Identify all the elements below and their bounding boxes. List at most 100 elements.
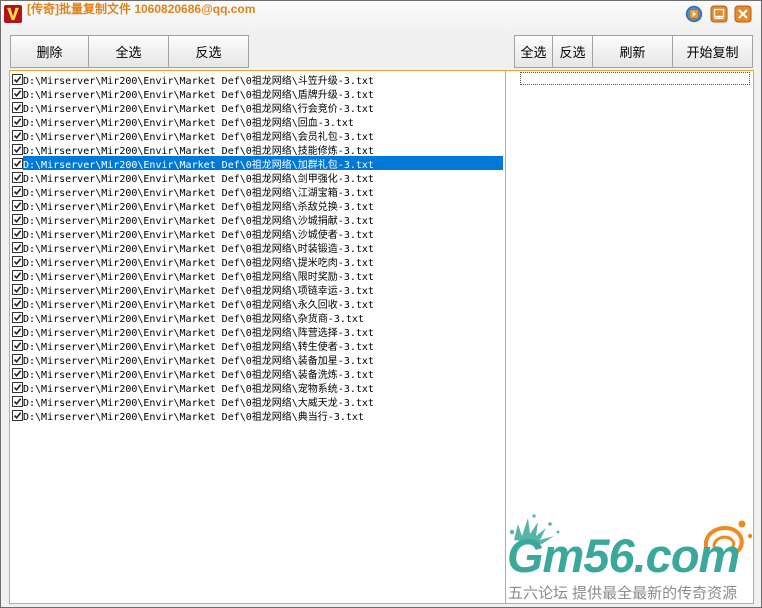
start-copy-button[interactable]: 开始复制 xyxy=(672,35,753,68)
item-checkbox[interactable] xyxy=(12,199,23,211)
checkmark-icon xyxy=(13,187,22,195)
item-path: D:\Mirserver\Mir200\Envir\Market_Def\0祖龙… xyxy=(23,118,354,128)
list-item[interactable]: D:\Mirserver\Mir200\Envir\Market_Def\0祖龙… xyxy=(10,198,505,212)
checkmark-icon xyxy=(13,243,22,251)
checkmark-icon xyxy=(13,397,22,405)
close-icon[interactable] xyxy=(734,5,752,23)
item-checkbox[interactable] xyxy=(12,311,23,323)
item-checkbox[interactable] xyxy=(12,143,23,155)
item-checkbox[interactable] xyxy=(12,115,23,127)
item-checkbox[interactable] xyxy=(12,171,23,183)
item-checkbox[interactable] xyxy=(12,241,23,253)
item-checkbox[interactable] xyxy=(12,255,23,267)
list-item[interactable]: D:\Mirserver\Mir200\Envir\Market_Def\0祖龙… xyxy=(10,296,505,310)
item-path: D:\Mirserver\Mir200\Envir\Market_Def\0祖龙… xyxy=(23,146,374,156)
item-checkbox[interactable] xyxy=(12,129,23,141)
item-checkbox[interactable] xyxy=(12,101,23,113)
item-path: D:\Mirserver\Mir200\Envir\Market_Def\0祖龙… xyxy=(23,342,374,352)
list-item[interactable]: D:\Mirserver\Mir200\Envir\Market_Def\0祖龙… xyxy=(10,142,505,156)
list-item[interactable]: D:\Mirserver\Mir200\Envir\Market_Def\0祖龙… xyxy=(10,212,505,226)
item-checkbox[interactable] xyxy=(12,353,23,365)
item-checkbox[interactable] xyxy=(12,73,23,85)
item-path: D:\Mirserver\Mir200\Envir\Market_Def\0祖龙… xyxy=(23,230,374,240)
list-item[interactable]: D:\Mirserver\Mir200\Envir\Market_Def\0祖龙… xyxy=(10,310,505,324)
item-checkbox[interactable] xyxy=(12,185,23,197)
list-item[interactable]: D:\Mirserver\Mir200\Envir\Market_Def\0祖龙… xyxy=(10,366,505,380)
checkmark-icon xyxy=(13,173,22,181)
item-checkbox[interactable] xyxy=(12,409,23,421)
checkmark-icon xyxy=(13,383,22,391)
item-checkbox[interactable] xyxy=(12,339,23,351)
checkmark-icon xyxy=(13,411,22,419)
list-item[interactable]: D:\Mirserver\Mir200\Envir\Market_Def\0祖龙… xyxy=(10,86,505,100)
title-bar[interactable]: [传奇]批量复制文件 1060820686@qq.com xyxy=(0,0,762,31)
item-path: D:\Mirserver\Mir200\Envir\Market_Def\0祖龙… xyxy=(23,156,503,170)
item-checkbox[interactable] xyxy=(12,157,23,169)
list-item[interactable]: D:\Mirserver\Mir200\Envir\Market_Def\0祖龙… xyxy=(10,408,505,422)
checkmark-icon xyxy=(13,229,22,237)
list-item[interactable]: D:\Mirserver\Mir200\Envir\Market_Def\0祖龙… xyxy=(10,240,505,254)
checkmark-icon xyxy=(13,285,22,293)
item-path: D:\Mirserver\Mir200\Envir\Market_Def\0祖龙… xyxy=(23,216,374,226)
item-checkbox[interactable] xyxy=(12,381,23,393)
item-path: D:\Mirserver\Mir200\Envir\Market_Def\0祖龙… xyxy=(23,244,374,254)
list-item[interactable]: D:\Mirserver\Mir200\Envir\Market_Def\0祖龙… xyxy=(10,114,505,128)
list-item[interactable]: D:\Mirserver\Mir200\Envir\Market_Def\0祖龙… xyxy=(10,352,505,366)
item-path: D:\Mirserver\Mir200\Envir\Market_Def\0祖龙… xyxy=(23,356,374,366)
list-item[interactable]: D:\Mirserver\Mir200\Envir\Market_Def\0祖龙… xyxy=(10,184,505,198)
select-all-target-button[interactable]: 全选 xyxy=(514,35,553,68)
item-checkbox[interactable] xyxy=(12,395,23,407)
item-checkbox[interactable] xyxy=(12,269,23,281)
refresh-button[interactable]: 刷新 xyxy=(592,35,673,68)
app-window: [传奇]批量复制文件 1060820686@qq.com 删除 全选 反选 全选… xyxy=(0,0,762,608)
list-item[interactable]: D:\Mirserver\Mir200\Envir\Market_Def\0祖龙… xyxy=(10,380,505,394)
item-checkbox[interactable] xyxy=(12,87,23,99)
delete-button[interactable]: 删除 xyxy=(10,35,89,68)
item-path: D:\Mirserver\Mir200\Envir\Market_Def\0祖龙… xyxy=(23,370,374,380)
item-path: D:\Mirserver\Mir200\Envir\Market_Def\0祖龙… xyxy=(23,272,374,282)
invert-selection-target-button[interactable]: 反选 xyxy=(552,35,593,68)
list-item[interactable]: D:\Mirserver\Mir200\Envir\Market_Def\0祖龙… xyxy=(10,254,505,268)
list-item[interactable]: D:\Mirserver\Mir200\Envir\Market_Def\0祖龙… xyxy=(10,156,505,170)
item-checkbox[interactable] xyxy=(12,297,23,309)
checkmark-icon xyxy=(13,131,22,139)
list-item[interactable]: D:\Mirserver\Mir200\Envir\Market_Def\0祖龙… xyxy=(10,268,505,282)
item-checkbox[interactable] xyxy=(12,283,23,295)
item-path: D:\Mirserver\Mir200\Envir\Market_Def\0祖龙… xyxy=(23,202,374,212)
item-checkbox[interactable] xyxy=(12,367,23,379)
item-path: D:\Mirserver\Mir200\Envir\Market_Def\0祖龙… xyxy=(23,90,374,100)
checkmark-icon xyxy=(13,355,22,363)
checkmark-icon xyxy=(13,201,22,209)
app-icon xyxy=(4,5,22,23)
minimize-icon[interactable] xyxy=(710,5,728,23)
item-path: D:\Mirserver\Mir200\Envir\Market_Def\0祖龙… xyxy=(23,384,374,394)
source-file-list[interactable]: D:\Mirserver\Mir200\Envir\Market_Def\0祖龙… xyxy=(9,70,506,604)
item-path: D:\Mirserver\Mir200\Envir\Market_Def\0祖龙… xyxy=(23,174,374,184)
item-checkbox[interactable] xyxy=(12,227,23,239)
list-item[interactable]: D:\Mirserver\Mir200\Envir\Market_Def\0祖龙… xyxy=(10,226,505,240)
help-icon[interactable] xyxy=(685,5,703,23)
invert-selection-source-button[interactable]: 反选 xyxy=(168,35,249,68)
item-path: D:\Mirserver\Mir200\Envir\Market_Def\0祖龙… xyxy=(23,104,374,114)
list-item[interactable]: D:\Mirserver\Mir200\Envir\Market_Def\0祖龙… xyxy=(10,72,505,86)
item-path: D:\Mirserver\Mir200\Envir\Market_Def\0祖龙… xyxy=(23,398,374,408)
checkmark-icon xyxy=(13,145,22,153)
item-checkbox[interactable] xyxy=(12,213,23,225)
checkmark-icon xyxy=(13,341,22,349)
list-item[interactable]: D:\Mirserver\Mir200\Envir\Market_Def\0祖龙… xyxy=(10,338,505,352)
list-item[interactable]: D:\Mirserver\Mir200\Envir\Market_Def\0祖龙… xyxy=(10,394,505,408)
item-path: D:\Mirserver\Mir200\Envir\Market_Def\0祖龙… xyxy=(23,412,364,422)
checkmark-icon xyxy=(13,159,22,167)
list-item[interactable]: D:\Mirserver\Mir200\Envir\Market_Def\0祖龙… xyxy=(10,324,505,338)
list-item[interactable]: D:\Mirserver\Mir200\Envir\Market_Def\0祖龙… xyxy=(10,282,505,296)
checkmark-icon xyxy=(13,257,22,265)
select-all-source-button[interactable]: 全选 xyxy=(88,35,169,68)
list-item[interactable]: D:\Mirserver\Mir200\Envir\Market_Def\0祖龙… xyxy=(10,128,505,142)
checkmark-icon xyxy=(13,75,22,83)
target-file-list[interactable] xyxy=(505,70,754,604)
item-path: D:\Mirserver\Mir200\Envir\Market_Def\0祖龙… xyxy=(23,188,374,198)
item-checkbox[interactable] xyxy=(12,325,23,337)
list-item[interactable]: D:\Mirserver\Mir200\Envir\Market_Def\0祖龙… xyxy=(10,170,505,184)
list-item[interactable]: D:\Mirserver\Mir200\Envir\Market_Def\0祖龙… xyxy=(10,100,505,114)
item-path: D:\Mirserver\Mir200\Envir\Market_Def\0祖龙… xyxy=(23,300,374,310)
